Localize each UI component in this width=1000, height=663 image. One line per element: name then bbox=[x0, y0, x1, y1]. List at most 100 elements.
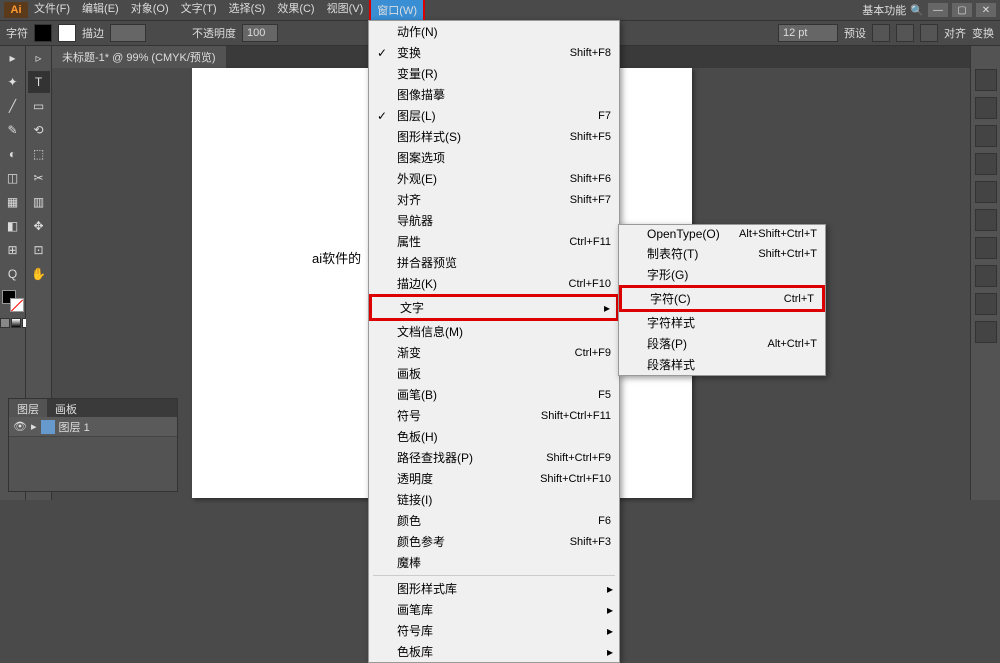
tool-4[interactable]: ╱ bbox=[2, 95, 24, 117]
layer-name[interactable]: 图层 1 bbox=[59, 419, 90, 435]
transform-link[interactable]: 变换 bbox=[972, 25, 994, 41]
visibility-icon[interactable]: 👁 bbox=[13, 420, 27, 433]
tool-5[interactable]: ▭ bbox=[28, 95, 50, 117]
tool-13[interactable]: ▥ bbox=[28, 191, 50, 213]
submenu-item-制表符(T)[interactable]: 制表符(T)Shift+Ctrl+T bbox=[619, 243, 825, 264]
menu-item-透明度[interactable]: 透明度Shift+Ctrl+F10 bbox=[369, 468, 619, 489]
menu-item-路径查找器(P)[interactable]: 路径查找器(P)Shift+Ctrl+F9 bbox=[369, 447, 619, 468]
menu-effect[interactable]: 效果(C) bbox=[271, 0, 320, 22]
stroke-label[interactable]: 描边 bbox=[82, 25, 104, 41]
menu-item-变量(R)[interactable]: 变量(R) bbox=[369, 63, 619, 84]
tool-8[interactable]: ◐ bbox=[2, 143, 24, 165]
search-icon[interactable]: 🔍 bbox=[910, 4, 924, 17]
fill-stroke-control[interactable] bbox=[2, 290, 24, 312]
tool-3[interactable]: T bbox=[28, 71, 50, 93]
tool-7[interactable]: ⟲ bbox=[28, 119, 50, 141]
tool-12[interactable]: ▦ bbox=[2, 191, 24, 213]
workspace-label[interactable]: 基本功能 bbox=[862, 2, 906, 18]
align-left-button[interactable] bbox=[872, 24, 890, 42]
menu-edit[interactable]: 编辑(E) bbox=[76, 0, 125, 22]
panel-icon-0[interactable] bbox=[975, 69, 997, 91]
menu-window[interactable]: 窗口(W) bbox=[369, 0, 425, 22]
layer-row[interactable]: 👁 ▸ 图层 1 bbox=[9, 417, 177, 437]
submenu-item-字形(G)[interactable]: 字形(G) bbox=[619, 264, 825, 285]
menu-item-画板[interactable]: 画板 bbox=[369, 363, 619, 384]
align-right-button[interactable] bbox=[920, 24, 938, 42]
menu-item-描边(K)[interactable]: 描边(K)Ctrl+F10 bbox=[369, 273, 619, 294]
menu-item-图层(L)[interactable]: 图层(L)F7 bbox=[369, 105, 619, 126]
tool-2[interactable]: ✦ bbox=[2, 71, 24, 93]
tool-11[interactable]: ✂ bbox=[28, 167, 50, 189]
presets-link[interactable]: 预设 bbox=[844, 25, 866, 41]
submenu-item-OpenType(O)[interactable]: OpenType(O)Alt+Shift+Ctrl+T bbox=[619, 225, 825, 243]
menu-item-画笔库[interactable]: 画笔库 bbox=[369, 599, 619, 620]
tool-9[interactable]: ⬚ bbox=[28, 143, 50, 165]
panel-icon-3[interactable] bbox=[975, 153, 997, 175]
menu-item-文档信息(M)[interactable]: 文档信息(M) bbox=[369, 321, 619, 342]
tool-6[interactable]: ✎ bbox=[2, 119, 24, 141]
menu-item-颜色参考[interactable]: 颜色参考Shift+F3 bbox=[369, 531, 619, 552]
expand-icon[interactable]: ▸ bbox=[31, 420, 37, 433]
menu-item-图形样式(S)[interactable]: 图形样式(S)Shift+F5 bbox=[369, 126, 619, 147]
menu-item-图形样式库[interactable]: 图形样式库 bbox=[369, 578, 619, 599]
tool-17[interactable]: ⊡ bbox=[28, 239, 50, 261]
artboards-tab[interactable]: 画板 bbox=[47, 399, 85, 417]
menu-item-外观(E)[interactable]: 外观(E)Shift+F6 bbox=[369, 168, 619, 189]
document-tab[interactable]: 未标题-1* @ 99% (CMYK/预览) bbox=[52, 46, 226, 68]
layers-tab[interactable]: 图层 bbox=[9, 399, 47, 417]
menu-item-图案选项[interactable]: 图案选项 bbox=[369, 147, 619, 168]
menu-item-导航器[interactable]: 导航器 bbox=[369, 210, 619, 231]
menu-item-渐变[interactable]: 渐变Ctrl+F9 bbox=[369, 342, 619, 363]
menu-item-颜色[interactable]: 颜色F6 bbox=[369, 510, 619, 531]
minimize-button[interactable]: — bbox=[928, 3, 948, 17]
menu-item-对齐[interactable]: 对齐Shift+F7 bbox=[369, 189, 619, 210]
panel-icon-7[interactable] bbox=[975, 265, 997, 287]
tool-1[interactable]: ▹ bbox=[28, 47, 50, 69]
panel-icon-5[interactable] bbox=[975, 209, 997, 231]
tool-10[interactable]: ◫ bbox=[2, 167, 24, 189]
menu-object[interactable]: 对象(O) bbox=[125, 0, 175, 22]
maximize-button[interactable]: ▢ bbox=[952, 3, 972, 17]
align-center-button[interactable] bbox=[896, 24, 914, 42]
menu-item-拼合器预览[interactable]: 拼合器预览 bbox=[369, 252, 619, 273]
menu-item-符号[interactable]: 符号Shift+Ctrl+F11 bbox=[369, 405, 619, 426]
panel-icon-2[interactable] bbox=[975, 125, 997, 147]
submenu-item-字符(C)[interactable]: 字符(C)Ctrl+T bbox=[619, 285, 825, 312]
stroke-swatch[interactable] bbox=[58, 24, 76, 42]
menu-file[interactable]: 文件(F) bbox=[28, 0, 76, 22]
fill-swatch[interactable] bbox=[34, 24, 52, 42]
menu-item-变换[interactable]: 变换Shift+F8 bbox=[369, 42, 619, 63]
menu-item-画笔(B)[interactable]: 画笔(B)F5 bbox=[369, 384, 619, 405]
panel-icon-8[interactable] bbox=[975, 293, 997, 315]
submenu-item-段落样式[interactable]: 段落样式 bbox=[619, 354, 825, 375]
menu-item-属性[interactable]: 属性Ctrl+F11 bbox=[369, 231, 619, 252]
panel-icon-4[interactable] bbox=[975, 181, 997, 203]
tool-16[interactable]: ⊞ bbox=[2, 239, 24, 261]
stroke-weight-input[interactable] bbox=[110, 24, 146, 42]
menu-item-色板(H)[interactable]: 色板(H) bbox=[369, 426, 619, 447]
menu-item-文字[interactable]: 文字 bbox=[369, 294, 619, 321]
align-link[interactable]: 对齐 bbox=[944, 25, 966, 41]
font-size-input[interactable] bbox=[778, 24, 838, 42]
opacity-label: 不透明度 bbox=[192, 25, 236, 41]
panel-icon-9[interactable] bbox=[975, 321, 997, 343]
menu-text[interactable]: 文字(T) bbox=[175, 0, 223, 22]
menu-select[interactable]: 选择(S) bbox=[223, 0, 272, 22]
panel-icon-6[interactable] bbox=[975, 237, 997, 259]
submenu-item-段落(P)[interactable]: 段落(P)Alt+Ctrl+T bbox=[619, 333, 825, 354]
close-button[interactable]: ✕ bbox=[976, 3, 996, 17]
tool-19[interactable]: ✋ bbox=[28, 263, 50, 285]
tool-0[interactable]: ▸ bbox=[2, 47, 24, 69]
menu-item-符号库[interactable]: 符号库 bbox=[369, 620, 619, 641]
menu-item-图像描摹[interactable]: 图像描摹 bbox=[369, 84, 619, 105]
panel-icon-1[interactable] bbox=[975, 97, 997, 119]
menu-item-动作(N)[interactable]: 动作(N) bbox=[369, 21, 619, 42]
submenu-item-字符样式[interactable]: 字符样式 bbox=[619, 312, 825, 333]
tool-18[interactable]: Q bbox=[2, 263, 24, 285]
menu-item-色板库[interactable]: 色板库 bbox=[369, 641, 619, 662]
opacity-input[interactable] bbox=[242, 24, 278, 42]
tool-15[interactable]: ✥ bbox=[28, 215, 50, 237]
tool-14[interactable]: ◧ bbox=[2, 215, 24, 237]
menu-view[interactable]: 视图(V) bbox=[321, 0, 370, 22]
menu-item-魔棒[interactable]: 魔棒 bbox=[369, 552, 619, 573]
